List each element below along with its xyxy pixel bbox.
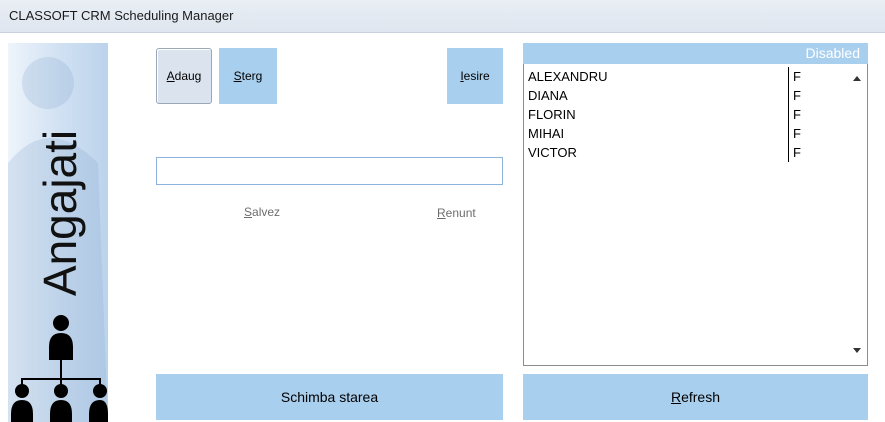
refresh-label: Refresh [670, 389, 721, 405]
employee-name-input[interactable] [156, 157, 503, 185]
column-separator [788, 143, 789, 162]
change-state-button[interactable]: Schimba starea [156, 374, 503, 420]
column-separator [788, 67, 789, 86]
list-item[interactable]: MIHAI F [528, 124, 848, 143]
refresh-button[interactable]: Refresh [523, 374, 868, 420]
list-item-value: F [793, 145, 801, 160]
list-item-name: ALEXANDRU [528, 69, 608, 84]
exit-button[interactable]: Iesire [447, 48, 503, 104]
delete-button[interactable]: Sterg [219, 48, 277, 104]
sidebar-panel: Angajati [8, 43, 108, 422]
list-item[interactable]: VICTOR F [528, 143, 848, 162]
column-separator [788, 86, 789, 105]
change-state-label: Schimba starea [280, 389, 379, 405]
list-item-value: F [793, 126, 801, 141]
add-button-label: Adaug [166, 69, 202, 83]
list-item-value: F [793, 107, 801, 122]
org-chart-icon [11, 315, 108, 422]
list-item[interactable]: FLORIN F [528, 105, 848, 124]
scroll-up-icon[interactable] [853, 76, 861, 81]
list-item-name: DIANA [528, 88, 568, 103]
list-item[interactable]: DIANA F [528, 86, 848, 105]
sidebar-title: Angajati [34, 129, 86, 297]
cancel-button[interactable]: Renunt [437, 206, 476, 220]
employee-list[interactable]: ALEXANDRU F DIANA F FLORIN F MIHAI F VIC… [523, 64, 868, 366]
column-separator [788, 124, 789, 143]
list-status-label: Disabled [805, 45, 860, 61]
exit-button-label: Iesire [460, 69, 490, 83]
list-header: Disabled [523, 43, 868, 64]
list-item-value: F [793, 69, 801, 84]
title-bar: CLASSOFT CRM Scheduling Manager [0, 0, 885, 33]
save-button[interactable]: Salvez [244, 205, 280, 219]
scroll-down-icon[interactable] [853, 348, 861, 353]
column-separator [788, 105, 789, 124]
list-item-name: MIHAI [528, 126, 565, 141]
list-item-value: F [793, 88, 801, 103]
window-title: CLASSOFT CRM Scheduling Manager [9, 8, 234, 23]
list-item[interactable]: ALEXANDRU F [528, 67, 848, 86]
delete-button-label: Sterg [233, 69, 263, 83]
list-item-name: VICTOR [528, 145, 577, 160]
list-item-name: FLORIN [528, 107, 576, 122]
add-button[interactable]: Adaug [156, 48, 212, 104]
